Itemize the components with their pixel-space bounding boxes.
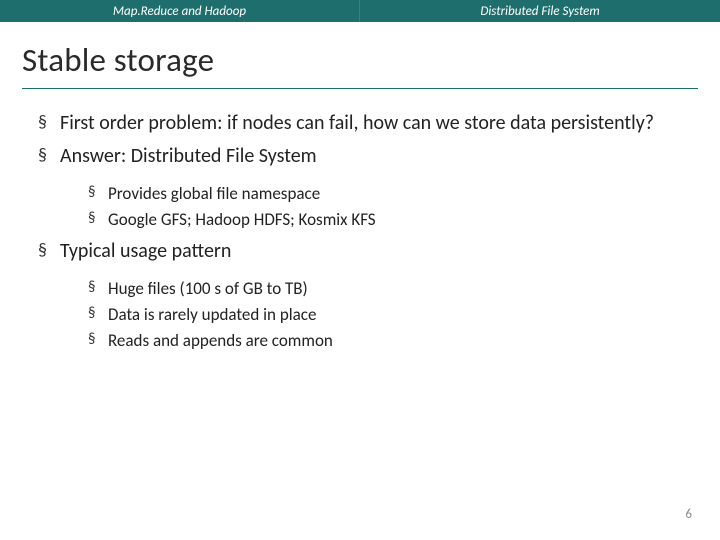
sub-bullet-list: Huge files (100 s of GB to TB) Data is r… bbox=[60, 278, 690, 352]
list-item: Google GFS; Hadoop HDFS; Kosmix KFS bbox=[88, 209, 690, 230]
list-item: Typical usage pattern Huge files (100 s … bbox=[38, 239, 690, 352]
list-item: Answer: Distributed File System Provides… bbox=[38, 144, 690, 231]
header-bar: Map.Reduce and Hadoop Distributed File S… bbox=[0, 0, 720, 22]
header-right-label: Distributed File System bbox=[360, 0, 720, 22]
bullet-text: Google GFS; Hadoop HDFS; Kosmix KFS bbox=[108, 209, 376, 230]
sub-bullet-list: Provides global file namespace Google GF… bbox=[60, 183, 690, 231]
bullet-list: First order problem: if nodes can fail, … bbox=[30, 111, 690, 351]
bullet-text: Data is rarely updated in place bbox=[108, 304, 316, 325]
title-block: Stable storage bbox=[0, 22, 720, 84]
bullet-text: Answer: Distributed File System bbox=[60, 144, 317, 168]
slide-content: First order problem: if nodes can fail, … bbox=[0, 89, 720, 351]
bullet-text: First order problem: if nodes can fail, … bbox=[60, 111, 654, 135]
bullet-text: Reads and appends are common bbox=[108, 330, 333, 351]
page-number: 6 bbox=[685, 507, 692, 522]
list-item: First order problem: if nodes can fail, … bbox=[38, 111, 690, 136]
header-left-label: Map.Reduce and Hadoop bbox=[0, 0, 360, 22]
bullet-text: Typical usage pattern bbox=[60, 239, 231, 263]
bullet-text: Provides global file namespace bbox=[108, 183, 320, 204]
bullet-text: Huge files (100 s of GB to TB) bbox=[108, 278, 308, 299]
list-item: Data is rarely updated in place bbox=[88, 304, 690, 325]
list-item: Provides global file namespace bbox=[88, 183, 690, 204]
list-item: Reads and appends are common bbox=[88, 330, 690, 351]
list-item: Huge files (100 s of GB to TB) bbox=[88, 278, 690, 299]
slide-title: Stable storage bbox=[22, 40, 698, 80]
